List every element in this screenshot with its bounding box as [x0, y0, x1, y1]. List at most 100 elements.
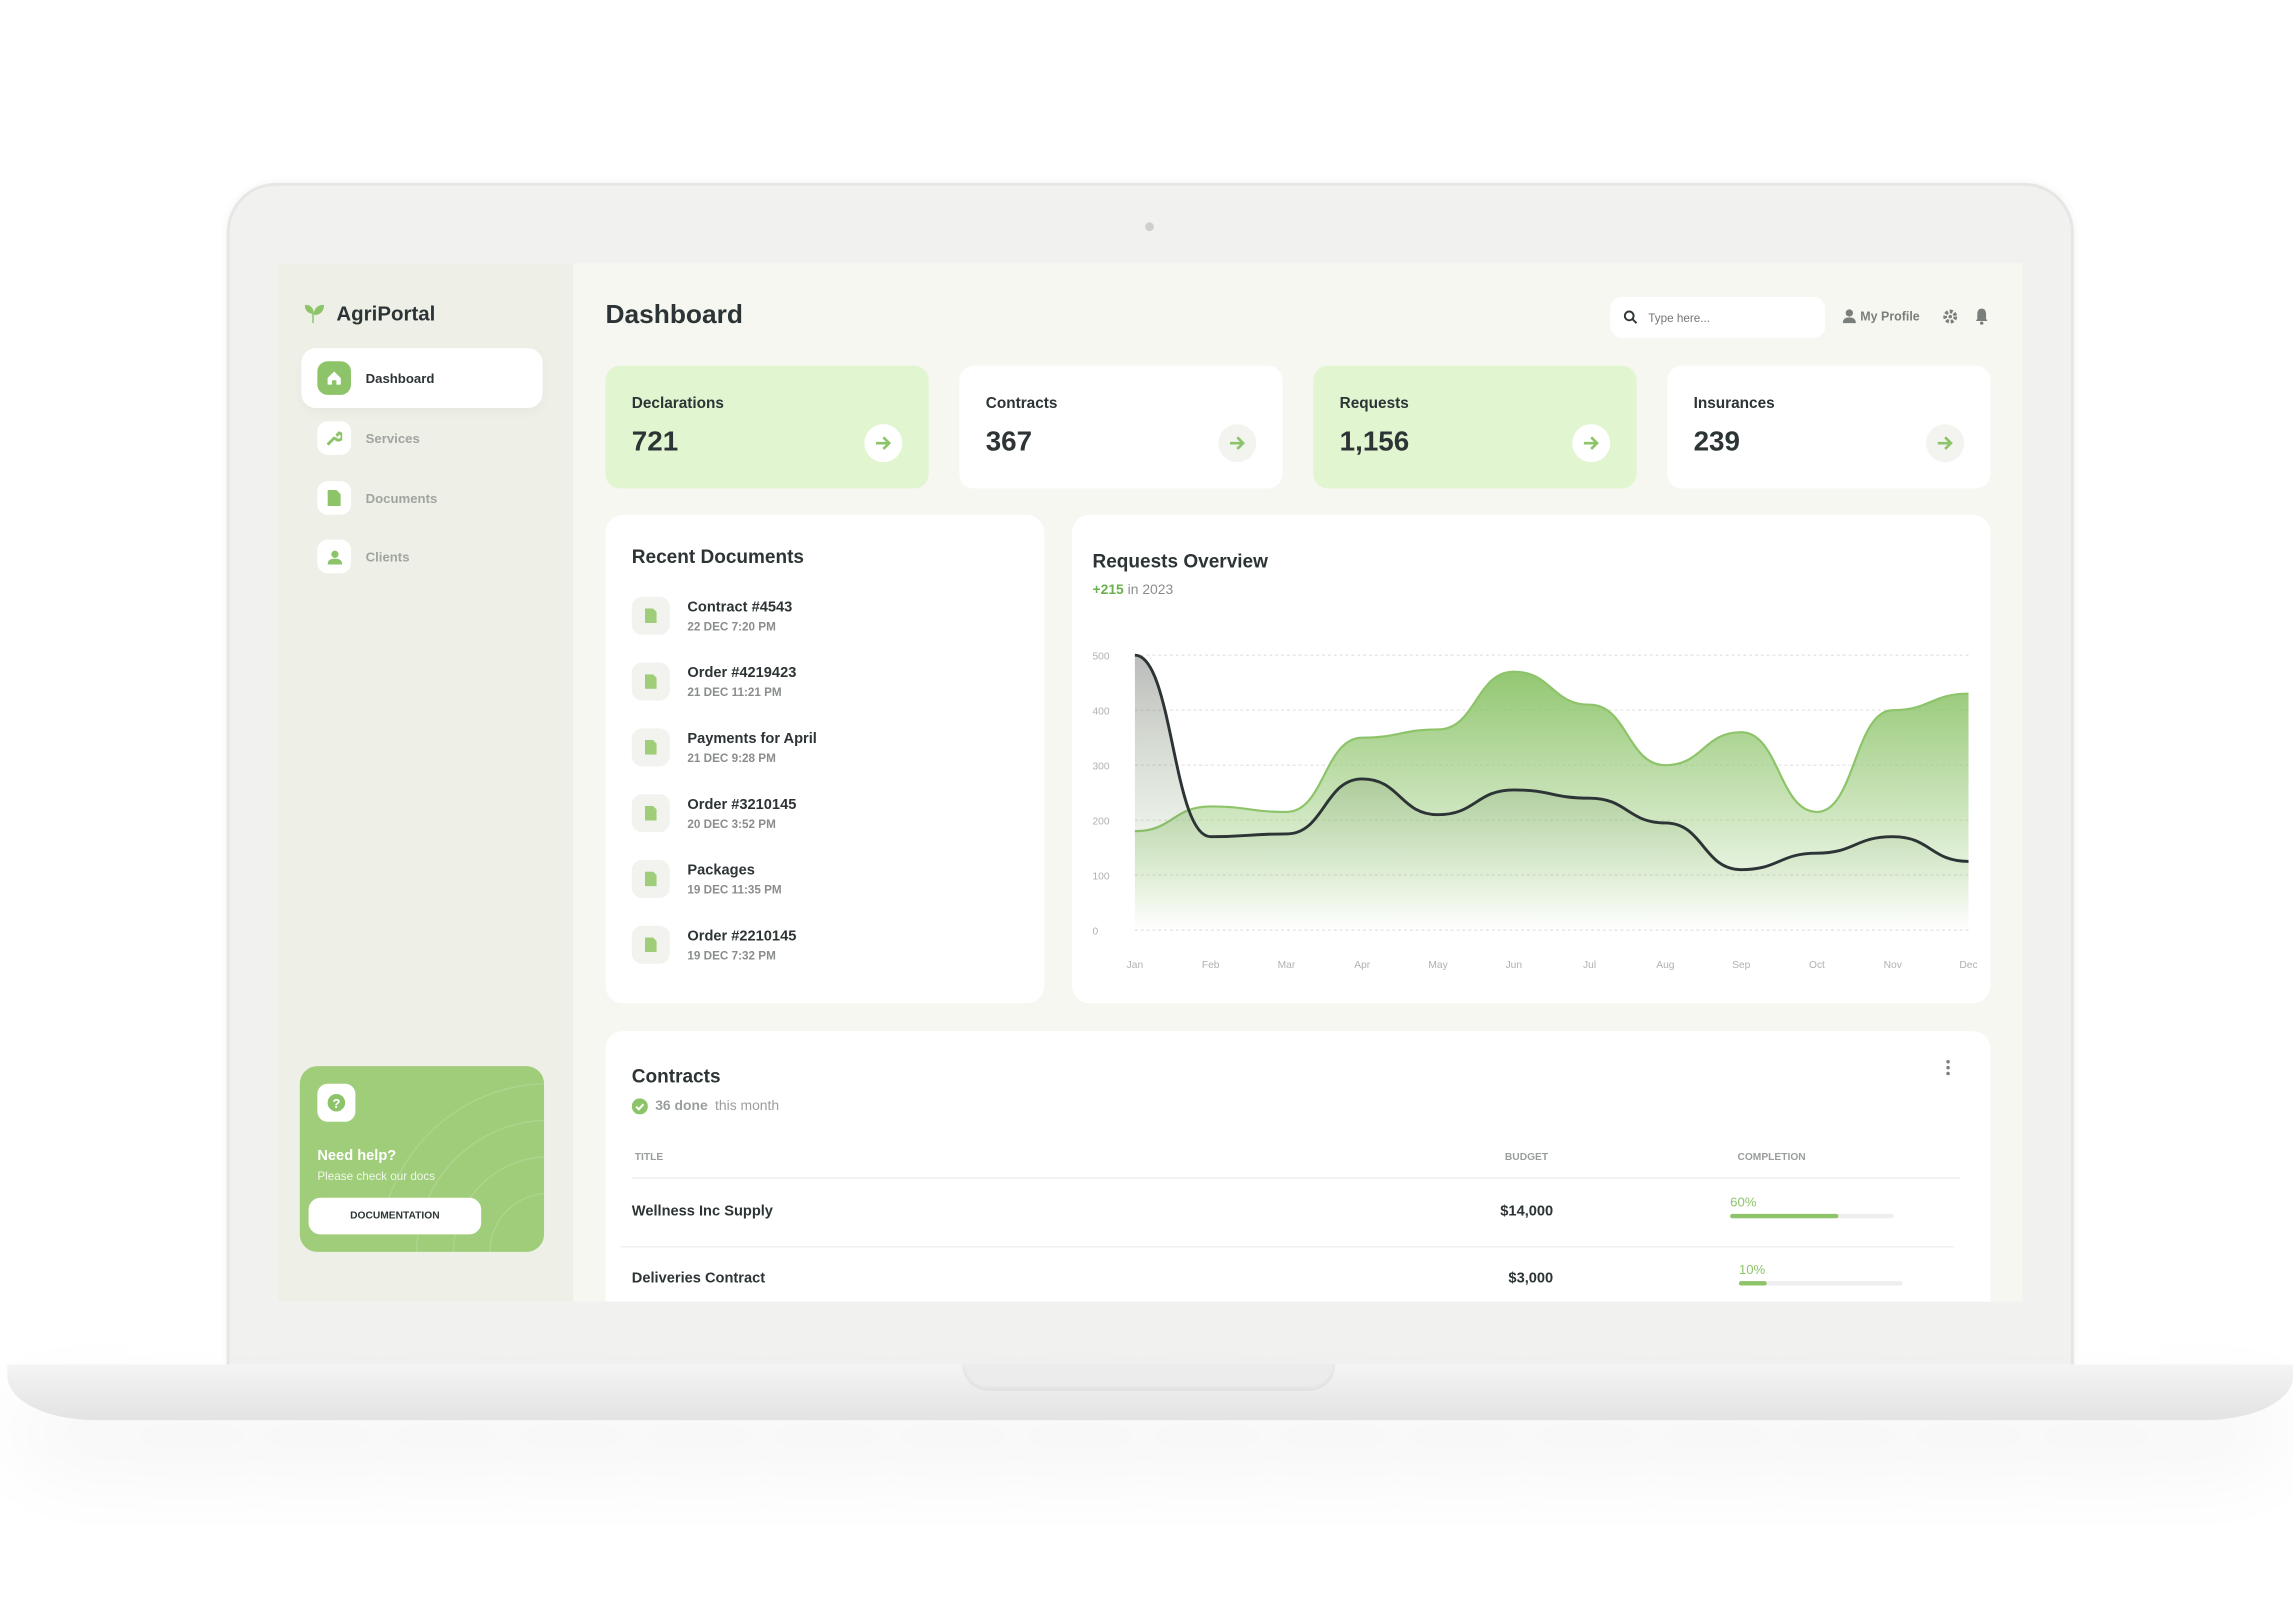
contract-budget: $14,000 — [1500, 1203, 1554, 1220]
help-title: Need help? — [317, 1148, 397, 1165]
document-name: Contract #4543 — [687, 598, 793, 615]
completion-bar — [1738, 1281, 1903, 1286]
document-name: Order #2210145 — [687, 927, 797, 945]
sidebar-item-label: Documents — [365, 490, 438, 506]
document-icon — [631, 794, 670, 833]
documentation-button[interactable]: DOCUMENTATION — [308, 1197, 482, 1235]
document-list-item[interactable]: Contract #4543 22 DEC 7:20 PM — [631, 596, 793, 635]
y-tick-label: 400 — [1092, 707, 1109, 718]
more-options-icon[interactable] — [1944, 1059, 1953, 1079]
stat-card-declarations[interactable]: Declarations 721 — [605, 365, 929, 489]
divider — [631, 1177, 1960, 1179]
stat-label: Contracts — [985, 394, 1058, 413]
document-date: 22 DEC 7:20 PM — [687, 619, 776, 633]
contract-title: Deliveries Contract — [631, 1270, 766, 1287]
document-list-item[interactable]: Payments for April 21 DEC 9:28 PM — [631, 728, 817, 767]
bell-icon[interactable] — [1974, 307, 1989, 325]
search-input[interactable] — [1648, 310, 1810, 324]
contract-budget: $3,000 — [1508, 1270, 1554, 1287]
recent-documents-card: Recent Documents Contract #4543 22 DEC 7:… — [605, 514, 1045, 1004]
stat-card-contracts[interactable]: Contracts 367 — [959, 365, 1283, 489]
arrow-right-icon[interactable] — [1218, 424, 1257, 463]
help-card: ? Need help? Please check our docs DOCUM… — [299, 1066, 545, 1252]
document-list-item[interactable]: Order #4219423 21 DEC 11:21 PM — [631, 662, 797, 701]
sidebar-item-clients[interactable]: Clients — [301, 527, 542, 587]
document-name: Payments for April — [687, 730, 817, 747]
arrow-right-icon[interactable] — [1926, 424, 1965, 463]
x-tick-label: Mar — [1278, 960, 1296, 971]
requests-overview-card: Requests Overview +215 in 2023 0 100 200 30… — [1072, 514, 1991, 1004]
done-count: 36 done — [655, 1098, 708, 1115]
completion-bar — [1730, 1213, 1894, 1219]
sidebar-item-label: Services — [365, 430, 420, 446]
column-header-completion: COMPLETION — [1737, 1152, 1806, 1163]
document-date: 19 DEC 11:35 PM — [687, 882, 782, 896]
document-list-item[interactable]: Packages 19 DEC 11:35 PM — [631, 859, 782, 898]
check-circle-icon — [631, 1098, 648, 1115]
stat-label: Requests — [1339, 394, 1409, 413]
wrench-icon — [317, 421, 351, 455]
column-header-budget: BUDGET — [1504, 1152, 1549, 1163]
y-tick-label: 300 — [1092, 762, 1109, 773]
document-date: 19 DEC 7:32 PM — [687, 948, 776, 962]
sidebar-item-label: Clients — [365, 549, 410, 564]
arrow-right-icon[interactable] — [1572, 424, 1611, 463]
app-name: AgriPortal — [336, 301, 436, 325]
user-icon — [317, 539, 351, 574]
search-box[interactable] — [1610, 296, 1826, 338]
stat-card-insurances[interactable]: Insurances 239 — [1667, 365, 1991, 489]
y-tick-label: 200 — [1092, 817, 1109, 828]
y-tick-label: 0 — [1092, 927, 1098, 938]
sidebar-item-label: Dashboard — [365, 370, 435, 386]
column-header-title: TITLE — [634, 1152, 664, 1163]
user-icon — [1842, 309, 1856, 324]
profile-link[interactable]: My Profile — [1842, 308, 1920, 324]
document-list-item[interactable]: Order #3210145 20 DEC 3:52 PM — [631, 794, 797, 833]
document-date: 21 DEC 11:21 PM — [687, 685, 782, 699]
completion-fill — [1730, 1213, 1839, 1219]
stat-value: 239 — [1693, 427, 1740, 458]
document-name: Packages — [687, 862, 755, 879]
document-icon — [317, 481, 351, 515]
table-row[interactable]: Wellness Inc Supply $14,000 60% — [605, 1195, 1990, 1239]
gear-icon[interactable] — [1942, 309, 1958, 325]
camera — [1145, 222, 1154, 232]
x-tick-label: Sep — [1732, 960, 1750, 971]
contract-title: Wellness Inc Supply — [631, 1203, 773, 1220]
home-icon — [317, 361, 351, 395]
document-icon — [631, 859, 670, 898]
stat-label: Declarations — [631, 394, 724, 413]
x-tick-label: Jun — [1506, 960, 1523, 971]
help-subtitle: Please check our docs — [317, 1170, 436, 1184]
arrow-right-icon[interactable] — [864, 424, 903, 463]
svg-text:?: ? — [332, 1096, 340, 1111]
document-icon — [631, 662, 670, 701]
x-tick-label: May — [1428, 960, 1448, 971]
document-icon — [631, 925, 670, 964]
page-title: Dashboard — [605, 299, 743, 330]
screen: AgriPortal Dashboard Services Documents … — [277, 263, 2023, 1302]
document-icon — [631, 728, 670, 767]
y-tick-label: 100 — [1092, 872, 1109, 883]
contracts-card: Contracts 36 done this month TITLE BUDGET… — [605, 1031, 1991, 1302]
document-list-item[interactable]: Order #2210145 19 DEC 7:32 PM — [631, 925, 797, 964]
stat-card-requests[interactable]: Requests 1,156 — [1313, 365, 1637, 489]
requests-chart: 0 100 200 300 400 500 Jan Feb Mar Apr May Jun Jul Aug… — [1092, 652, 1977, 972]
sidebar-item-documents[interactable]: Documents — [301, 468, 542, 528]
document-name: Order #3210145 — [687, 796, 797, 813]
document-name: Order #4219423 — [687, 664, 797, 681]
sidebar-item-services[interactable]: Services — [301, 408, 542, 468]
table-row[interactable]: Deliveries Contract $3,000 10% — [605, 1262, 1990, 1301]
profile-label: My Profile — [1860, 308, 1920, 324]
completion-label: 60% — [1730, 1194, 1757, 1210]
laptop-notch — [962, 1364, 1336, 1391]
stat-value: 1,156 — [1339, 427, 1410, 458]
document-date: 21 DEC 9:28 PM — [687, 750, 776, 765]
document-icon — [631, 596, 670, 635]
sidebar-item-dashboard[interactable]: Dashboard — [301, 348, 543, 409]
stat-value: 367 — [985, 427, 1033, 458]
leaf-icon — [304, 304, 324, 324]
x-tick-label: Nov — [1884, 960, 1903, 971]
contracts-summary: 36 done this month — [631, 1098, 779, 1115]
logo[interactable]: AgriPortal — [304, 301, 436, 325]
